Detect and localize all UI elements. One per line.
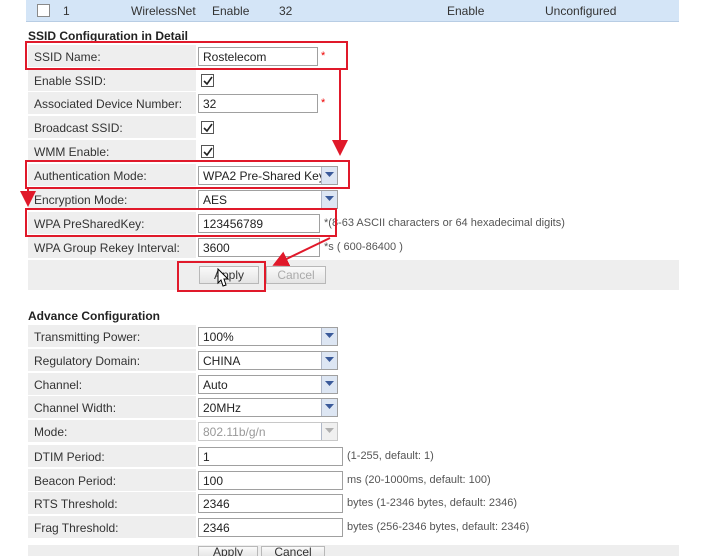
beacon-input[interactable] — [198, 471, 343, 490]
tx-power-row: Transmitting Power: 100% — [28, 325, 679, 348]
row-max-devices: 32 — [279, 4, 293, 18]
channel-select[interactable]: Auto — [198, 375, 338, 394]
row-status: Enable — [212, 4, 250, 18]
encryption-mode-value: AES — [203, 193, 228, 207]
rekey-interval-row: WPA Group Rekey Interval: *s ( 600-86400… — [28, 236, 679, 259]
dtim-row: DTIM Period: (1-255, default: 1) — [28, 445, 679, 468]
broadcast-ssid-checkbox[interactable] — [201, 121, 214, 134]
rts-input[interactable] — [198, 494, 343, 513]
row-select-checkbox[interactable] — [37, 4, 50, 17]
channel-value: Auto — [203, 378, 228, 392]
encryption-mode-label: Encryption Mode: — [34, 193, 128, 207]
advance-apply-button[interactable]: Apply — [198, 546, 258, 556]
dtim-hint: (1-255, default: 1) — [347, 450, 434, 462]
reg-domain-row: Regulatory Domain: CHINA — [28, 349, 679, 372]
rts-label: RTS Threshold: — [34, 497, 118, 511]
tx-power-select[interactable]: 100% — [198, 327, 338, 346]
channel-width-row: Channel Width: 20MHz — [28, 396, 679, 419]
reg-domain-select[interactable]: CHINA — [198, 351, 338, 370]
frag-label: Frag Threshold: — [34, 521, 119, 535]
row-index: 1 — [63, 4, 70, 18]
annotation-box-key — [25, 208, 337, 237]
encryption-mode-select[interactable]: AES — [198, 190, 338, 209]
channel-row: Channel: Auto — [28, 373, 679, 396]
enable-ssid-row: Enable SSID: — [28, 69, 679, 92]
tx-power-label: Transmitting Power: — [34, 330, 141, 344]
rts-row: RTS Threshold: bytes (1-2346 bytes, defa… — [28, 492, 679, 515]
frag-row: Frag Threshold: bytes (256-2346 bytes, d… — [28, 516, 679, 539]
rekey-interval-label: WPA Group Rekey Interval: — [34, 241, 180, 255]
chevron-down-icon — [321, 352, 337, 369]
mode-select[interactable]: 802.11b/g/n — [198, 422, 338, 441]
annotation-box-ssid — [25, 41, 348, 70]
annotation-box-auth — [25, 160, 350, 189]
frag-input[interactable] — [198, 518, 343, 537]
row-ssid: WirelessNet — [131, 4, 196, 18]
reg-domain-value: CHINA — [203, 354, 241, 368]
frag-hint: bytes (256-2346 bytes, default: 2346) — [347, 521, 530, 533]
beacon-row: Beacon Period: ms (20-1000ms, default: 1… — [28, 469, 679, 492]
ssid-button-bar: Apply Cancel — [28, 260, 679, 290]
reg-domain-label: Regulatory Domain: — [34, 354, 141, 368]
chevron-down-icon — [321, 423, 337, 440]
broadcast-ssid-row: Broadcast SSID: — [28, 116, 679, 139]
row-broadcast: Enable — [447, 4, 485, 18]
advance-cancel-button[interactable]: Cancel — [261, 546, 325, 556]
chevron-down-icon — [321, 191, 337, 208]
beacon-label: Beacon Period: — [34, 474, 117, 488]
rekey-interval-hint: *s ( 600-86400 ) — [324, 241, 403, 253]
dtim-label: DTIM Period: — [34, 450, 105, 464]
chevron-down-icon — [321, 376, 337, 393]
mouse-cursor-icon — [217, 268, 230, 287]
assoc-devices-row: Associated Device Number: * — [28, 92, 679, 115]
advance-button-bar: Apply Cancel — [28, 545, 679, 556]
broadcast-ssid-label: Broadcast SSID: — [34, 121, 123, 135]
tx-power-value: 100% — [203, 330, 234, 344]
chevron-down-icon — [321, 328, 337, 345]
row-security: Unconfigured — [545, 4, 617, 18]
mode-row: Mode: 802.11b/g/n — [28, 420, 679, 443]
wpa-key-hint: *(8-63 ASCII characters or 64 hexadecima… — [324, 217, 565, 229]
chevron-down-icon — [321, 399, 337, 416]
beacon-hint: ms (20-1000ms, default: 100) — [347, 474, 491, 486]
enable-ssid-label: Enable SSID: — [34, 74, 107, 88]
advance-config-title: Advance Configuration — [28, 309, 161, 323]
cancel-button[interactable]: Cancel — [266, 266, 326, 284]
channel-width-select[interactable]: 20MHz — [198, 398, 338, 417]
ssid-table-row[interactable]: 1 WirelessNet Enable 32 Enable Unconfigu… — [26, 0, 679, 22]
dtim-input[interactable] — [198, 447, 343, 466]
assoc-devices-input[interactable] — [198, 94, 318, 113]
channel-width-label: Channel Width: — [34, 401, 117, 415]
assoc-devices-label: Associated Device Number: — [34, 97, 183, 111]
mode-label: Mode: — [34, 425, 68, 439]
rts-hint: bytes (1-2346 bytes, default: 2346) — [347, 497, 517, 509]
channel-width-value: 20MHz — [203, 401, 242, 415]
rekey-interval-input[interactable] — [198, 238, 320, 257]
required-marker: * — [321, 97, 326, 109]
channel-label: Channel: — [34, 378, 83, 392]
mode-value: 802.11b/g/n — [203, 425, 266, 439]
wmm-enable-checkbox[interactable] — [201, 145, 214, 158]
wmm-enable-label: WMM Enable: — [34, 145, 110, 159]
enable-ssid-checkbox[interactable] — [201, 74, 214, 87]
